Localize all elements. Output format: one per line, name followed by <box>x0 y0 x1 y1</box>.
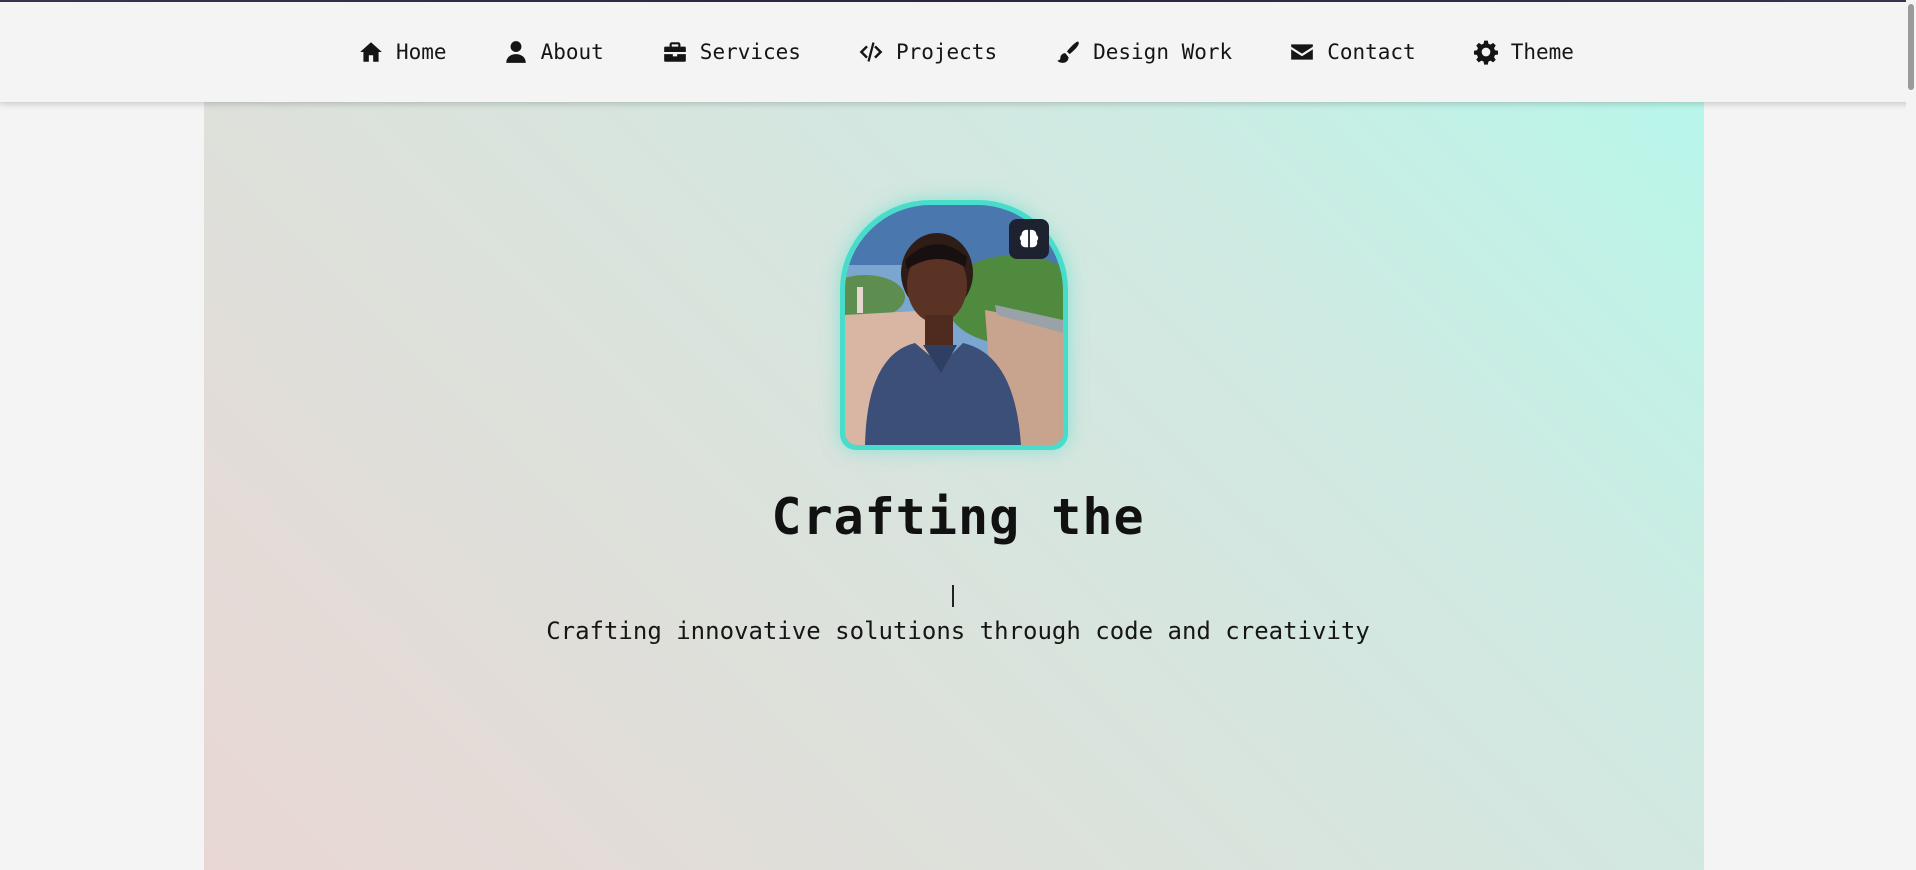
top-navbar: Home About Services Projects Design Work… <box>0 2 1916 102</box>
page-scrollbar[interactable] <box>1906 0 1916 870</box>
envelope-icon <box>1291 44 1314 60</box>
nav-item-label: Home <box>396 40 447 64</box>
scrollbar-thumb[interactable] <box>1908 4 1914 90</box>
typing-cursor <box>952 585 954 607</box>
nav-item-projects[interactable]: Projects <box>858 39 997 65</box>
nav-item-about[interactable]: About <box>503 39 604 65</box>
nav-item-services[interactable]: Services <box>662 39 801 65</box>
nav-item-theme[interactable]: Theme <box>1473 39 1574 65</box>
nav-item-label: Design Work <box>1093 40 1233 64</box>
hero-subtitle: Crafting innovative solutions through co… <box>546 617 1370 645</box>
briefcase-icon <box>663 42 686 62</box>
brain-badge <box>1009 219 1049 259</box>
nav-item-design-work[interactable]: Design Work <box>1055 39 1232 65</box>
gear-icon <box>1473 40 1498 65</box>
nav-item-label: About <box>540 40 604 64</box>
nav-item-label: Contact <box>1327 40 1416 64</box>
hero-title: Crafting the <box>771 488 1145 546</box>
home-icon <box>360 42 382 62</box>
code-icon <box>859 42 883 62</box>
nav-item-home[interactable]: Home <box>358 39 447 65</box>
user-icon <box>505 41 526 63</box>
nav-item-label: Projects <box>895 40 998 64</box>
nav-item-label: Theme <box>1510 40 1574 64</box>
nav-item-contact[interactable]: Contact <box>1289 39 1416 65</box>
nav-item-label: Services <box>699 40 801 64</box>
nav-menu: Home About Services Projects Design Work… <box>358 2 1574 102</box>
brain-icon <box>1019 229 1039 248</box>
paintbrush-icon <box>1057 41 1079 63</box>
